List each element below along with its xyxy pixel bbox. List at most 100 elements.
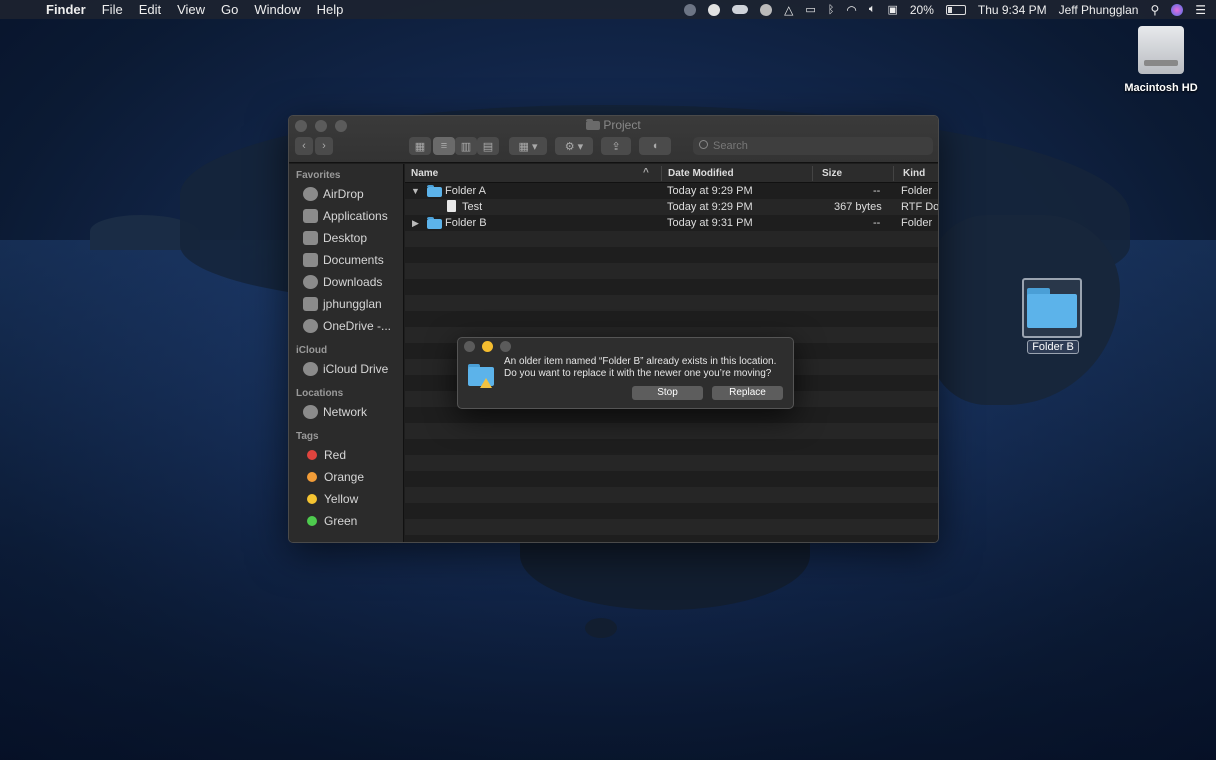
dialog-window-controls (464, 341, 511, 352)
battery-icon[interactable] (945, 4, 966, 15)
desktop-icon (303, 231, 318, 245)
menu-app-finder[interactable]: Finder (38, 2, 94, 17)
finder-window: Project ‹ › ▦ ≡ ▥ ▤ ▦ ▾ ⚙ ▾ ⇪ ◖ Search F… (288, 115, 939, 543)
document-icon (303, 253, 318, 267)
desktop-icon-label: Folder B (1027, 340, 1079, 354)
sidebar-item-airdrop[interactable]: AirDrop (289, 183, 403, 205)
column-view-button[interactable]: ▥ (455, 137, 477, 155)
desktop-icon-macintosh-hd[interactable]: Macintosh HD (1124, 26, 1198, 94)
minimize-button[interactable] (482, 341, 493, 352)
onedrive-icon[interactable] (732, 5, 749, 14)
sort-chevron-icon: ^ (643, 167, 649, 178)
close-button[interactable] (464, 341, 475, 352)
row-name: Test (462, 201, 483, 213)
volume-icon[interactable]: 🔈︎ (869, 3, 876, 16)
sidebar-section-tags: Tags (296, 431, 319, 442)
creative-cloud-icon[interactable] (708, 3, 721, 16)
table-row-test[interactable]: Test Today at 9:29 PM 367 bytes RTF Doc (405, 199, 938, 215)
folder-icon (427, 185, 442, 200)
search-field[interactable]: Search (693, 137, 933, 155)
globe-icon[interactable] (760, 3, 773, 16)
sidebar-item-documents[interactable]: Documents (289, 249, 403, 271)
status-dot-icon[interactable] (684, 3, 697, 16)
sidebar-item-desktop[interactable]: Desktop (289, 227, 403, 249)
sidebar-item-network[interactable]: Network (289, 401, 403, 423)
siri-icon[interactable] (1171, 3, 1184, 16)
row-date: Today at 9:29 PM (667, 201, 753, 213)
table-row-folder-a[interactable]: ▼ Folder A Today at 9:29 PM -- Folder (405, 183, 938, 199)
cloud-icon (303, 319, 318, 333)
share-button[interactable]: ⇪ (601, 137, 631, 155)
menu-window[interactable]: Window (246, 2, 308, 17)
sidebar-item-applications[interactable]: Applications (289, 205, 403, 227)
user-name[interactable]: Jeff Phungglan (1059, 3, 1139, 17)
tag-dot-icon (307, 450, 317, 460)
folder-icon (427, 217, 442, 232)
row-name: Folder B (445, 217, 487, 229)
sidebar-item-icloud-drive[interactable]: iCloud Drive (289, 358, 403, 380)
sidebar-item-onedrive[interactable]: OneDrive -... (289, 315, 403, 337)
disclosure-open-icon[interactable]: ▼ (411, 186, 420, 196)
document-icon (447, 200, 456, 212)
stop-button[interactable]: Stop (632, 386, 703, 400)
disclosure-closed-icon[interactable]: ▶ (412, 218, 419, 229)
sidebar: Favorites AirDrop Applications Desktop D… (289, 164, 404, 542)
keyboard-icon[interactable]: ▣ (887, 3, 897, 16)
menu-bar: Finder File Edit View Go Window Help △ ▭… (0, 0, 1216, 19)
forward-button[interactable]: › (315, 137, 333, 155)
sidebar-tag-orange[interactable]: Orange (289, 466, 403, 488)
column-header-size[interactable]: Size (822, 168, 842, 179)
column-header-name[interactable]: Name (411, 168, 438, 179)
zoom-button[interactable] (500, 341, 511, 352)
tag-button[interactable]: ◖ (639, 137, 671, 155)
spotlight-search-icon[interactable]: ⚲ (1150, 3, 1159, 17)
column-header-date[interactable]: Date Modified (668, 168, 734, 179)
column-header-kind[interactable]: Kind (903, 168, 925, 179)
action-gear-button[interactable]: ⚙ ▾ (555, 137, 593, 155)
sidebar-item-downloads[interactable]: Downloads (289, 271, 403, 293)
bluetooth-icon[interactable]: ᛒ (828, 4, 835, 16)
table-row-folder-b[interactable]: ▶ Folder B Today at 9:31 PM -- Folder (405, 215, 938, 231)
menu-view[interactable]: View (169, 2, 213, 17)
search-icon (699, 140, 708, 149)
dialog-message-line1: An older item named “Folder B” already e… (504, 356, 777, 367)
menu-help[interactable]: Help (309, 2, 352, 17)
sidebar-tag-red[interactable]: Red (289, 444, 403, 466)
tag-dot-icon (307, 516, 317, 526)
back-button[interactable]: ‹ (295, 137, 313, 155)
column-header-row: Name ^ Date Modified Size Kind (405, 164, 938, 183)
notification-center-icon[interactable]: ☰ (1195, 3, 1206, 17)
menu-go[interactable]: Go (213, 2, 246, 17)
wifi-icon[interactable]: ◠ (846, 3, 856, 17)
vpn-icon[interactable]: △ (784, 3, 793, 17)
folder-icon (1027, 288, 1077, 328)
row-date: Today at 9:31 PM (667, 217, 753, 229)
row-kind: RTF Doc (901, 201, 939, 213)
icon-view-button[interactable]: ▦ (409, 137, 431, 155)
replace-button[interactable]: Replace (712, 386, 783, 400)
hard-drive-icon (1138, 26, 1184, 74)
dialog-message: An older item named “Folder B” already e… (504, 356, 776, 380)
battery-percent[interactable]: 20% (910, 3, 934, 17)
row-size: -- (873, 185, 881, 197)
menu-file[interactable]: File (94, 2, 131, 17)
sidebar-item-home[interactable]: jphungglan (289, 293, 403, 315)
clock[interactable]: Thu 9:34 PM (978, 3, 1047, 17)
toolbar: ‹ › ▦ ≡ ▥ ▤ ▦ ▾ ⚙ ▾ ⇪ ◖ Search (289, 137, 938, 157)
row-size: 367 bytes (834, 201, 882, 213)
row-kind: Folder (901, 185, 933, 197)
warning-icon (480, 378, 492, 388)
airplay-icon[interactable]: ▭ (805, 3, 815, 16)
tag-dot-icon (307, 494, 317, 504)
gallery-view-button[interactable]: ▤ (477, 137, 499, 155)
desktop-icon-label: Macintosh HD (1124, 82, 1198, 94)
group-button[interactable]: ▦ ▾ (509, 137, 547, 155)
sidebar-tag-yellow[interactable]: Yellow (289, 488, 403, 510)
desktop-icon-folder-b[interactable]: Folder B (1022, 278, 1084, 354)
replace-dialog: An older item named “Folder B” already e… (457, 337, 794, 409)
sidebar-tag-green[interactable]: Green (289, 510, 403, 532)
list-view-button[interactable]: ≡ (433, 137, 455, 155)
menu-edit[interactable]: Edit (131, 2, 169, 17)
island-rock (585, 618, 617, 638)
row-size: -- (873, 217, 881, 229)
